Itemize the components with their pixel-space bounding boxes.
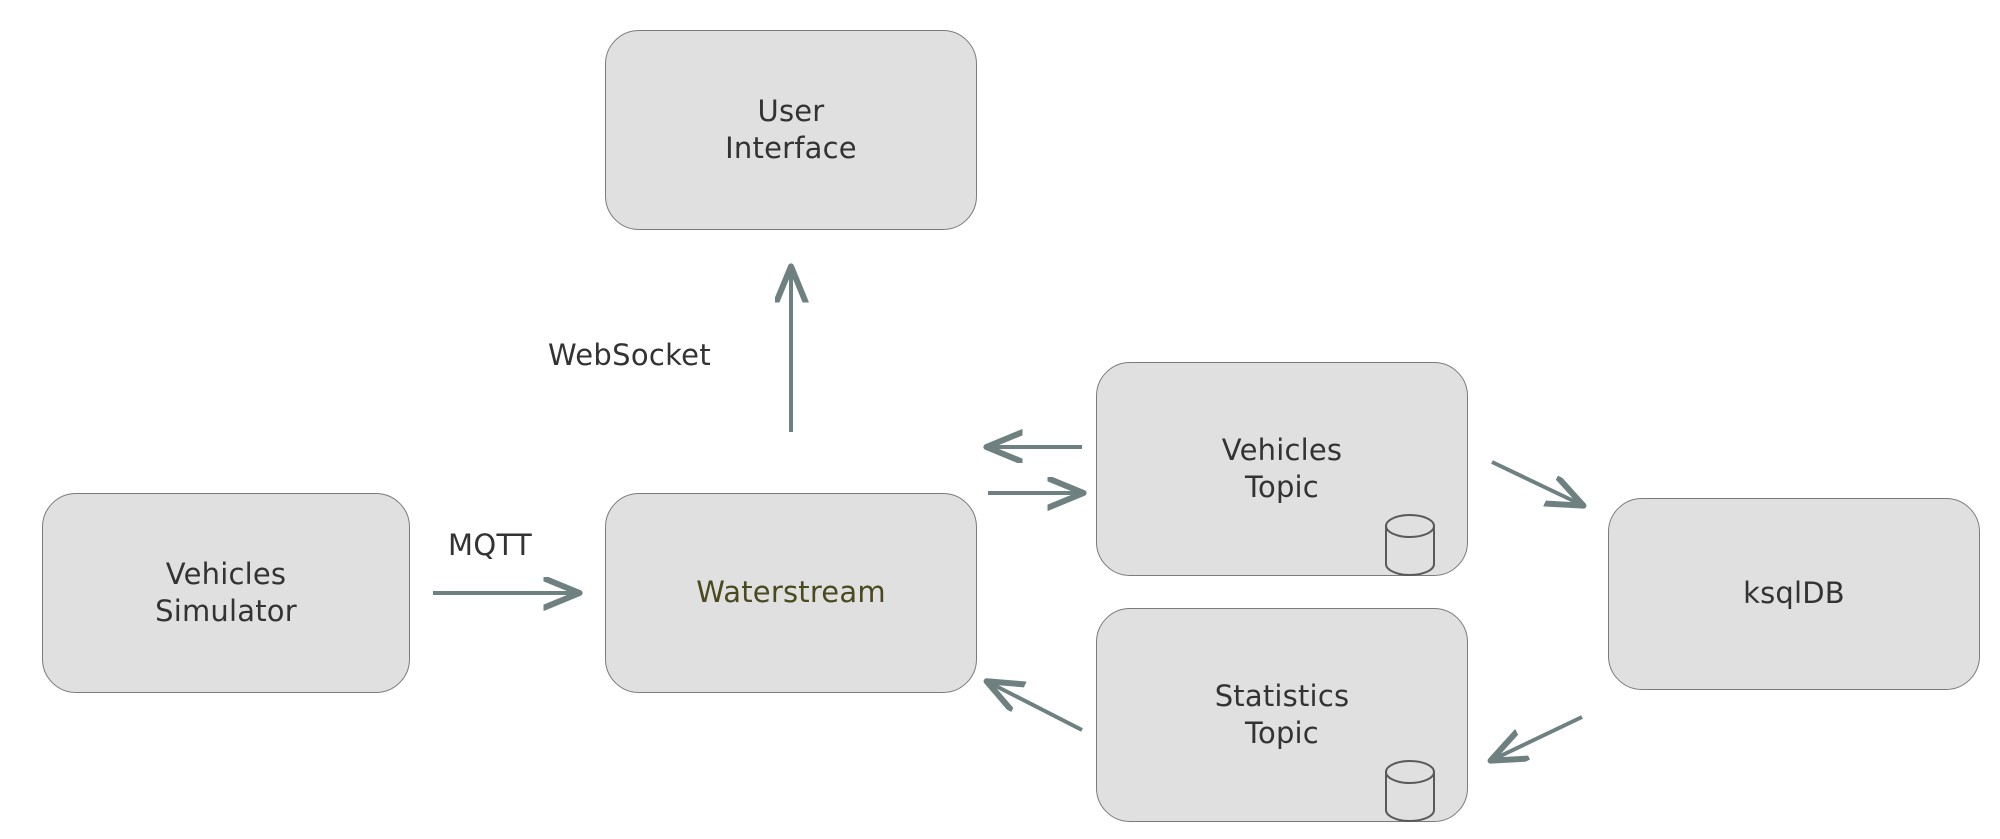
edge-label-mqtt: MQTT <box>448 528 532 562</box>
node-waterstream-label: Waterstream <box>696 575 886 610</box>
node-user-interface[interactable]: User Interface <box>605 30 977 230</box>
node-vehicles-simulator[interactable]: Vehicles Simulator <box>42 493 410 693</box>
edge-label-websocket: WebSocket <box>548 338 711 372</box>
database-cylinder-icon-statistics <box>1385 760 1435 822</box>
node-vehicles-simulator-label: Vehicles Simulator <box>155 556 297 628</box>
node-ksqldb-label: ksqlDB <box>1743 576 1845 611</box>
database-cylinder-icon-vehicles <box>1385 514 1435 576</box>
arrow-layer <box>433 0 2000 839</box>
architecture-diagram: User Interface Vehicles Simulator Waters… <box>0 0 2000 839</box>
node-waterstream[interactable]: Waterstream <box>605 493 977 693</box>
node-user-interface-label: User Interface <box>725 93 857 165</box>
node-ksqldb[interactable]: ksqlDB <box>1608 498 1980 690</box>
arrow-ksqldb-to-statistics-topic <box>1492 715 1583 760</box>
arrow-statistics-topic-to-waterstream <box>988 682 1083 732</box>
arrow-vehicles-topic-to-ksqldb <box>1491 460 1582 505</box>
node-vehicles-topic-label: Vehicles Topic <box>1221 432 1343 504</box>
node-statistics-topic-label: Statistics Topic <box>1214 678 1350 750</box>
